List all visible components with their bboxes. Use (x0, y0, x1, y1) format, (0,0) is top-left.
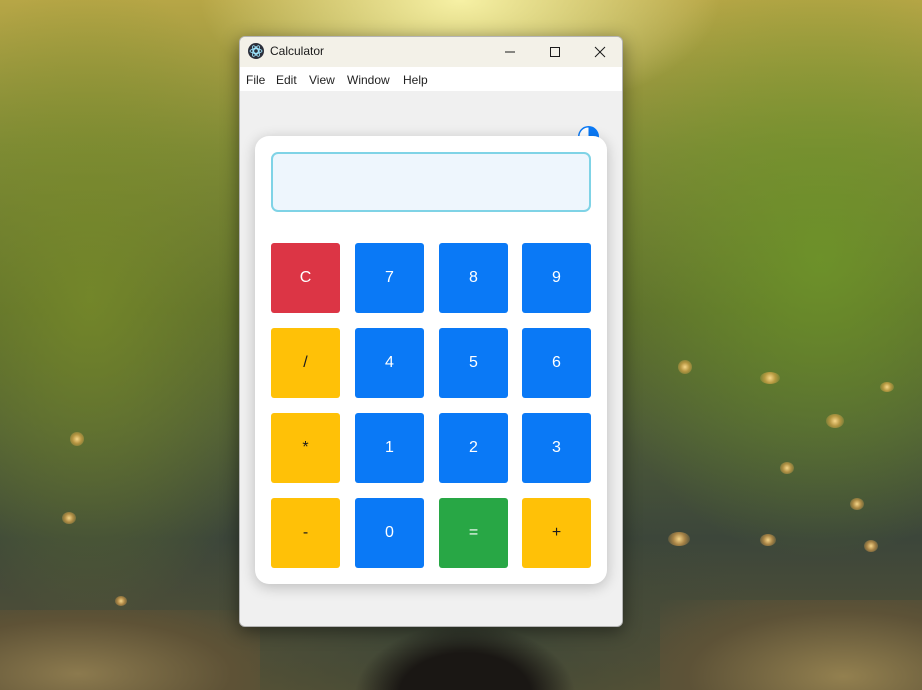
light-particle (668, 532, 690, 546)
menu-edit[interactable]: Edit (276, 73, 297, 87)
calculator-card: C 7 8 9 / 4 5 6 * 1 2 3 - 0 = + (255, 136, 607, 584)
rock (0, 610, 260, 690)
calculator-display[interactable] (271, 152, 591, 212)
digit-8-button[interactable]: 8 (439, 243, 508, 313)
divide-button[interactable]: / (271, 328, 340, 398)
menu-help[interactable]: Help (403, 73, 428, 87)
clear-button[interactable]: C (271, 243, 340, 313)
digit-0-button[interactable]: 0 (355, 498, 424, 568)
light-particle (115, 596, 127, 606)
digit-2-button[interactable]: 2 (439, 413, 508, 483)
maximize-icon (550, 47, 560, 57)
digit-4-button[interactable]: 4 (355, 328, 424, 398)
app-content: C 7 8 9 / 4 5 6 * 1 2 3 - 0 = + (240, 91, 622, 626)
minimize-button[interactable] (487, 37, 533, 67)
light-particle (780, 462, 794, 474)
app-icon (248, 43, 264, 59)
close-button[interactable] (577, 37, 622, 67)
calculator-window: Calculator File Edit View Window Help C … (239, 36, 623, 627)
menu-bar: File Edit View Window Help (240, 67, 622, 91)
light-particle (760, 534, 776, 546)
digit-9-button[interactable]: 9 (522, 243, 591, 313)
light-particle (62, 512, 76, 524)
add-button[interactable]: + (522, 498, 591, 568)
multiply-button[interactable]: * (271, 413, 340, 483)
menu-window[interactable]: Window (347, 73, 390, 87)
light-particle (880, 382, 894, 392)
digit-3-button[interactable]: 3 (522, 413, 591, 483)
rock (660, 600, 922, 690)
close-icon (594, 46, 606, 58)
light-particle (864, 540, 878, 552)
light-particle (678, 360, 692, 374)
silhouette (355, 625, 575, 690)
menu-file[interactable]: File (246, 73, 265, 87)
light-particle (850, 498, 864, 510)
title-bar[interactable]: Calculator (240, 37, 622, 67)
maximize-button[interactable] (532, 37, 578, 67)
light-particle (760, 372, 780, 384)
menu-view[interactable]: View (309, 73, 335, 87)
subtract-button[interactable]: - (271, 498, 340, 568)
minimize-icon (505, 51, 515, 53)
digit-1-button[interactable]: 1 (355, 413, 424, 483)
light-particle (826, 414, 844, 428)
digit-5-button[interactable]: 5 (439, 328, 508, 398)
digit-6-button[interactable]: 6 (522, 328, 591, 398)
digit-7-button[interactable]: 7 (355, 243, 424, 313)
light-particle (70, 432, 84, 446)
window-title: Calculator (270, 44, 325, 58)
equals-button[interactable]: = (439, 498, 508, 568)
